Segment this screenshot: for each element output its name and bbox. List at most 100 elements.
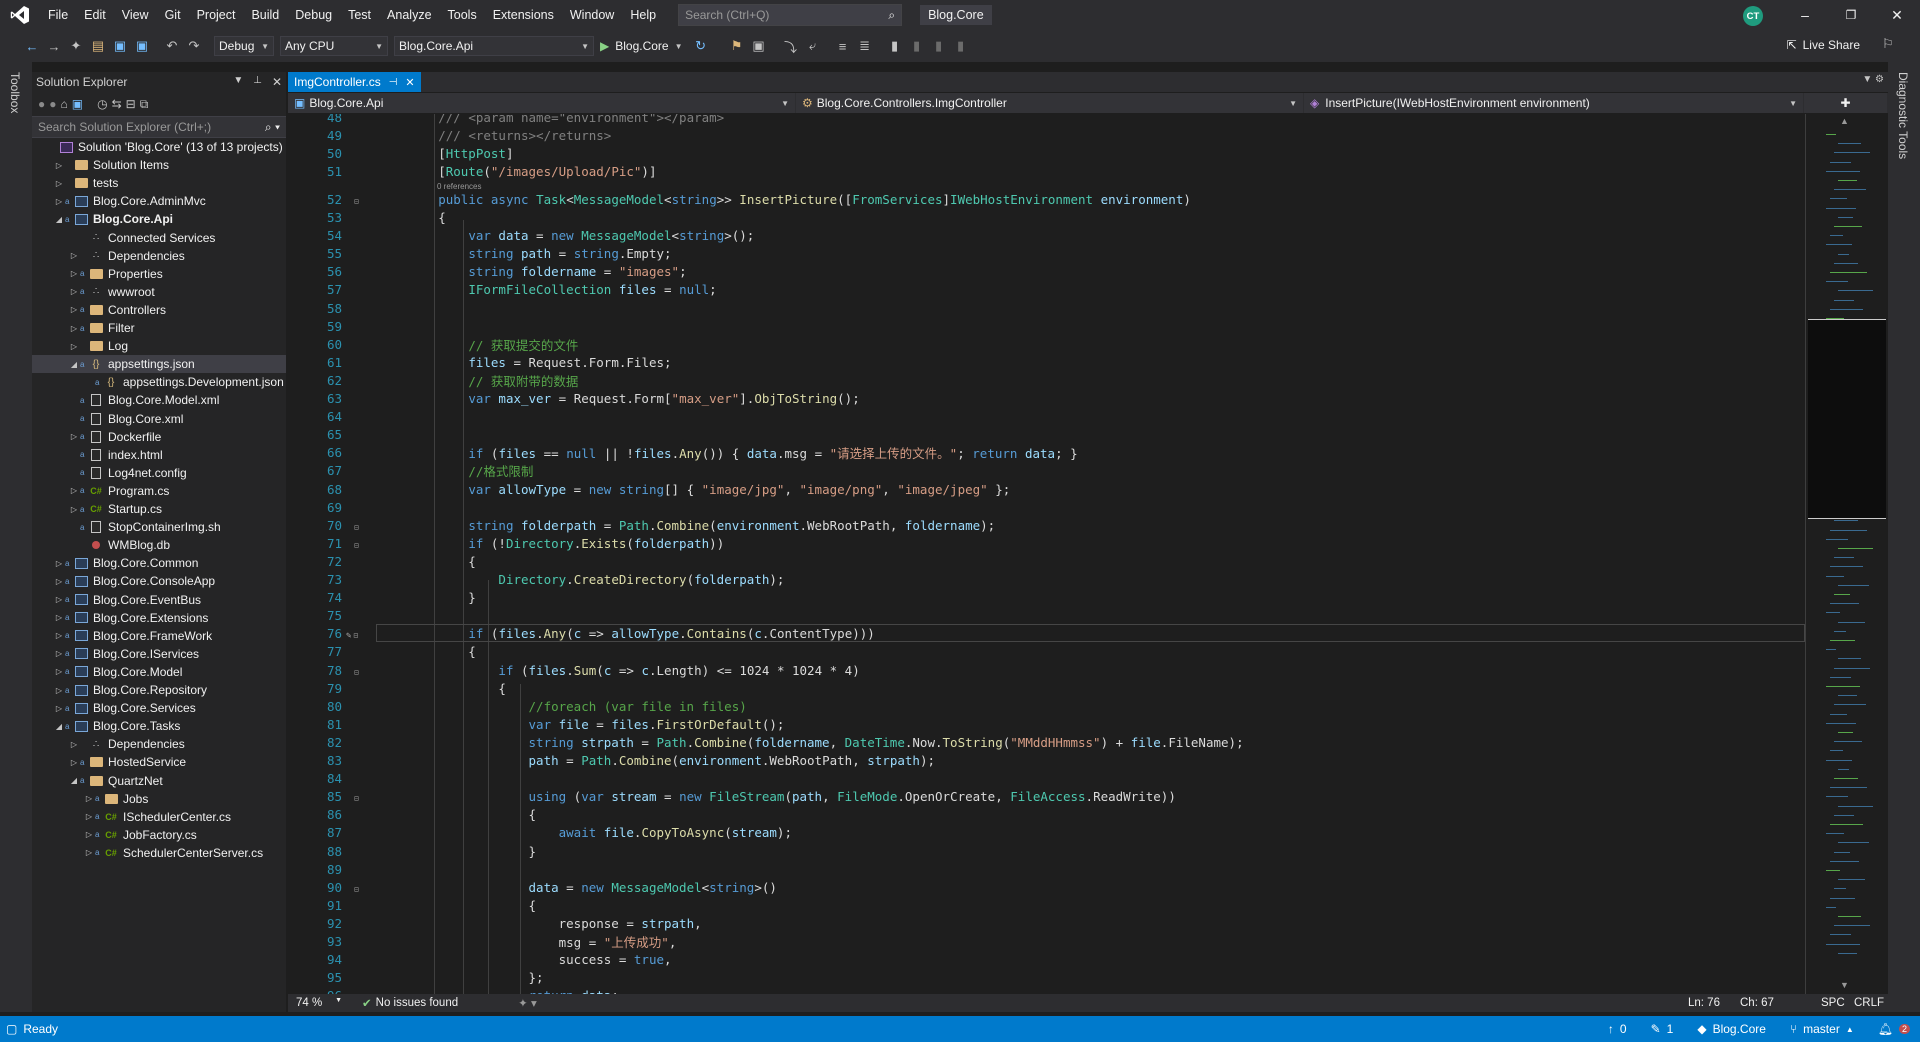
- minimize-button[interactable]: –: [1782, 0, 1828, 30]
- repository-indicator[interactable]: ◆ Blog.Core: [1697, 1022, 1766, 1036]
- code-line[interactable]: 78 ⊟ if (files.Sum(c => c.Length) <= 1024…: [288, 661, 1805, 679]
- expand-arrow-icon[interactable]: ▷: [53, 649, 65, 658]
- expand-arrow-icon[interactable]: ▷: [83, 830, 95, 839]
- expand-arrow-icon[interactable]: ◢: [68, 360, 80, 369]
- tree-item[interactable]: ◢ a {} appsettings.json: [32, 355, 286, 374]
- tree-item[interactable]: a Log4net.config: [32, 464, 286, 482]
- code-line[interactable]: 80 //foreach (var file in files): [288, 697, 1805, 715]
- expand-arrow-icon[interactable]: ▷: [83, 794, 95, 803]
- tree-item[interactable]: ▷ a Properties: [32, 265, 286, 283]
- menu-build[interactable]: Build: [243, 0, 287, 30]
- tree-item[interactable]: ▷ tests: [32, 174, 286, 192]
- indent-icon[interactable]: ≡: [833, 36, 853, 56]
- expand-arrow-icon[interactable]: ▷: [53, 197, 65, 206]
- zoom-select[interactable]: 74 % ▼: [288, 997, 348, 1009]
- code-line[interactable]: 82 string strpath = Path.Combine(foldern…: [288, 733, 1805, 751]
- code-line[interactable]: 83 path = Path.Combine(environment.WebRo…: [288, 752, 1805, 770]
- live-share-button[interactable]: ⇱ Live Share: [1787, 38, 1860, 52]
- tree-item[interactable]: ▷ a Blog.Core.Extensions: [32, 609, 286, 627]
- tree-item[interactable]: ◢ a Blog.Core.Api: [32, 210, 286, 228]
- expand-arrow-icon[interactable]: ▷: [83, 848, 95, 857]
- start-debugging-button[interactable]: ▶ Blog.Core ▼: [600, 39, 683, 53]
- collapse-all-icon[interactable]: ⊟: [126, 97, 136, 111]
- expand-arrow-icon[interactable]: ▷: [53, 559, 65, 568]
- tree-item[interactable]: ◢ a QuartzNet: [32, 772, 286, 790]
- tree-item[interactable]: ▷ a Blog.Core.EventBus: [32, 591, 286, 609]
- code-line[interactable]: 94 success = true,: [288, 951, 1805, 969]
- notifications-indicator[interactable]: 🔔︎ 2: [1878, 1022, 1910, 1036]
- restore-button[interactable]: ❐: [1828, 0, 1874, 30]
- tree-item[interactable]: ▷ a ∴ wwwroot: [32, 283, 286, 301]
- expand-arrow-icon[interactable]: ▷: [68, 251, 80, 260]
- next-bookmark-icon[interactable]: ▮: [929, 36, 949, 56]
- show-all-files-icon[interactable]: ⧉: [140, 97, 149, 112]
- menu-extensions[interactable]: Extensions: [485, 0, 562, 30]
- indent-mode[interactable]: SPC: [1821, 997, 1845, 1009]
- tree-item[interactable]: ▷ a Blog.Core.Repository: [32, 681, 286, 699]
- menu-edit[interactable]: Edit: [76, 0, 114, 30]
- menu-git[interactable]: Git: [157, 0, 189, 30]
- close-tab-icon[interactable]: ✕: [405, 76, 414, 89]
- pin-icon[interactable]: ⊥: [253, 75, 262, 89]
- toolbox-tab[interactable]: Toolbox: [8, 72, 22, 113]
- menu-file[interactable]: File: [40, 0, 76, 30]
- changes-indicator[interactable]: ✎ 1: [1651, 1022, 1674, 1036]
- tree-item[interactable]: ▷ a Jobs: [32, 790, 286, 808]
- expand-arrow-icon[interactable]: ▷: [83, 812, 95, 821]
- step-over-icon[interactable]: ⤶: [803, 36, 823, 56]
- tree-item[interactable]: ▷ a Dockerfile: [32, 428, 286, 446]
- code-line[interactable]: 50 [HttpPost]: [288, 144, 1805, 162]
- code-line[interactable]: 79 {: [288, 679, 1805, 697]
- step-into-icon[interactable]: ⤵: [781, 36, 801, 56]
- code-line[interactable]: 71 ⊟ if (!Directory.Exists(folderpath)): [288, 534, 1805, 552]
- expand-arrow-icon[interactable]: ▷: [68, 486, 80, 495]
- expand-arrow-icon[interactable]: ▷: [68, 758, 80, 767]
- tree-item[interactable]: ▷ a C# Program.cs: [32, 482, 286, 500]
- gutter[interactable]: ⊟: [348, 518, 378, 533]
- new-project-icon[interactable]: ✦: [66, 36, 86, 56]
- code-line[interactable]: 86 {: [288, 806, 1805, 824]
- code-line[interactable]: 96 return data;: [288, 987, 1805, 994]
- expand-arrow-icon[interactable]: ▷: [53, 595, 65, 604]
- code-line[interactable]: 56 string foldername = "images";: [288, 263, 1805, 281]
- browser-link-icon[interactable]: ⚑: [727, 36, 747, 56]
- menu-debug[interactable]: Debug: [287, 0, 340, 30]
- code-line[interactable]: 70 ⊟ string folderpath = Path.Combine(env…: [288, 516, 1805, 534]
- pin-tab-icon[interactable]: ⊣: [389, 77, 398, 88]
- class-dropdown[interactable]: ⚙ Blog.Core.Controllers.ImgController ▼: [796, 93, 1304, 113]
- tree-item[interactable]: ▷ a HostedService: [32, 753, 286, 771]
- tree-item[interactable]: ▷ a C# SchedulerCenterServer.cs: [32, 844, 286, 862]
- expand-arrow-icon[interactable]: ▷: [53, 704, 65, 713]
- open-folder-icon[interactable]: ▤: [88, 36, 108, 56]
- code-line[interactable]: 48 /// <param name="environment"></param…: [288, 114, 1805, 126]
- code-line[interactable]: 51 [Route("/images/Upload/Pic")]: [288, 162, 1805, 180]
- tree-item[interactable]: ◢ a Blog.Core.Tasks: [32, 717, 286, 735]
- menu-help[interactable]: Help: [622, 0, 664, 30]
- code-line[interactable]: 52 ⊟ public async Task<MessageModel<strin…: [288, 190, 1805, 208]
- expand-arrow-icon[interactable]: ▷: [53, 161, 65, 170]
- solution-search-input[interactable]: Search Solution Explorer (Ctrl+;) ⌕ ▾: [32, 116, 286, 138]
- tree-item[interactable]: ▷ Log: [32, 337, 286, 355]
- code-line[interactable]: 76 ✎ ⊟ if (files.Any(c => allowType.Contai…: [288, 625, 1805, 643]
- expand-arrow-icon[interactable]: ▷: [53, 667, 65, 676]
- code-line[interactable]: 87 await file.CopyToAsync(stream);: [288, 824, 1805, 842]
- expand-arrow-icon[interactable]: ▷: [53, 631, 65, 640]
- tree-item[interactable]: ▷ ∴ Dependencies: [32, 735, 286, 753]
- expand-arrow-icon[interactable]: ▷: [53, 179, 65, 188]
- menu-window[interactable]: Window: [562, 0, 622, 30]
- code-line[interactable]: 61 files = Request.Form.Files;: [288, 353, 1805, 371]
- tree-item[interactable]: ▷ Solution Items: [32, 156, 286, 174]
- code-line[interactable]: 57 IFormFileCollection files = null;: [288, 281, 1805, 299]
- outdent-icon[interactable]: ≣: [855, 36, 875, 56]
- redo-icon[interactable]: ↷: [184, 36, 204, 56]
- code-line[interactable]: 75: [288, 607, 1805, 625]
- save-icon[interactable]: ▣: [110, 36, 130, 56]
- home-icon[interactable]: ⌂: [61, 97, 68, 111]
- tree-item[interactable]: ▷ a Blog.Core.Services: [32, 699, 286, 717]
- gutter[interactable]: ⊟: [348, 192, 378, 207]
- code-line[interactable]: 55 string path = string.Empty;: [288, 245, 1805, 263]
- code-line[interactable]: 60 // 获取提交的文件: [288, 335, 1805, 353]
- expand-arrow-icon[interactable]: ▷: [68, 324, 80, 333]
- expand-arrow-icon[interactable]: ▷: [68, 432, 80, 441]
- code-line[interactable]: 65: [288, 426, 1805, 444]
